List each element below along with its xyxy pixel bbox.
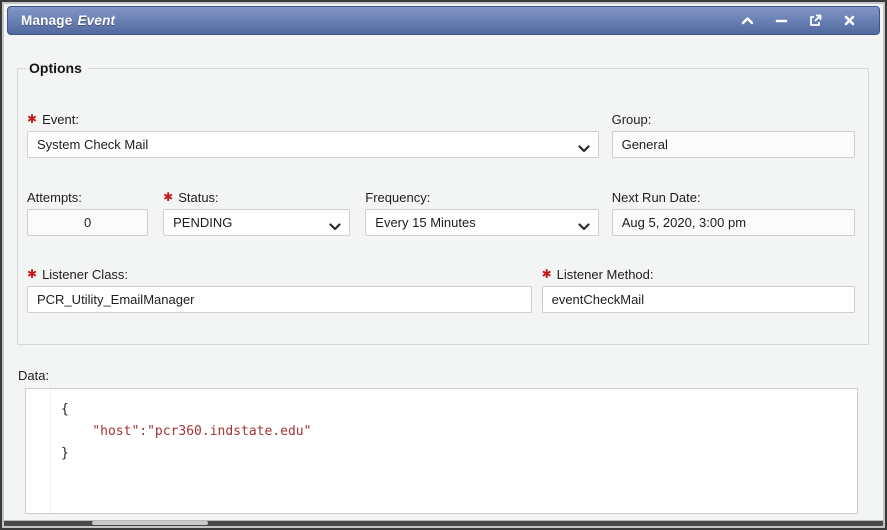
frequency-field-group: Frequency: Every 15 Minutes — [365, 189, 598, 236]
popout-button[interactable] — [808, 13, 823, 28]
attempts-field[interactable]: 0 — [27, 209, 148, 236]
next-run-date-label: Next Run Date: — [612, 189, 855, 205]
group-field[interactable]: General — [612, 131, 855, 158]
external-link-icon — [809, 14, 822, 27]
attempts-value: 0 — [84, 215, 91, 230]
close-button[interactable] — [842, 13, 857, 28]
manage-event-dialog: Manage Event — [0, 0, 887, 530]
next-run-date-field-group: Next Run Date: Aug 5, 2020, 3:00 pm — [612, 189, 855, 236]
listener-method-input[interactable]: eventCheckMail — [542, 286, 855, 313]
listener-method-field-group: Listener Method: eventCheckMail — [542, 266, 855, 313]
listener-method-label: Listener Method: — [542, 266, 855, 282]
data-code-editor[interactable]: { "host":"pcr360.indstate.edu" } — [25, 388, 858, 514]
options-section: Options Event: System Check Mail Group: — [17, 60, 869, 345]
status-label: Status: — [163, 189, 350, 205]
code-line: } — [26, 443, 857, 465]
event-label: Event: — [27, 111, 599, 127]
form-row-1: Event: System Check Mail Group: General — [27, 111, 855, 158]
close-icon — [844, 15, 855, 26]
dialog-title-emphasis: Event — [77, 13, 115, 28]
code-line: { — [26, 399, 857, 421]
attempts-label: Attempts: — [27, 189, 148, 205]
listener-method-value: eventCheckMail — [552, 292, 645, 307]
event-field-group: Event: System Check Mail — [27, 111, 599, 158]
listener-class-field-group: Listener Class: PCR_Utility_EmailManager — [27, 266, 532, 313]
chevron-down-icon — [578, 141, 590, 156]
attempts-field-group: Attempts: 0 — [27, 189, 148, 236]
dialog-title-prefix: Manage — [21, 13, 72, 28]
required-icon — [27, 113, 37, 125]
frequency-dropdown[interactable]: Every 15 Minutes — [365, 209, 598, 236]
minus-icon — [775, 16, 788, 25]
dialog-title: Manage Event — [8, 13, 115, 28]
group-label: Group: — [612, 111, 855, 127]
form-row-3: Listener Class: PCR_Utility_EmailManager… — [27, 266, 855, 313]
status-field-group: Status: PENDING — [163, 189, 350, 236]
chevron-down-icon — [578, 219, 590, 234]
frequency-label: Frequency: — [365, 189, 598, 205]
window-controls — [740, 13, 857, 28]
listener-class-label: Listener Class: — [27, 266, 532, 282]
event-value: System Check Mail — [37, 137, 148, 152]
dialog-titlebar[interactable]: Manage Event — [7, 6, 880, 35]
horizontal-scrollbar-thumb[interactable] — [92, 521, 208, 525]
required-icon — [27, 268, 37, 280]
minimize-button[interactable] — [774, 13, 789, 28]
next-run-date-field[interactable]: Aug 5, 2020, 3:00 pm — [612, 209, 855, 236]
listener-class-input[interactable]: PCR_Utility_EmailManager — [27, 286, 532, 313]
event-dropdown[interactable]: System Check Mail — [27, 131, 599, 158]
collapse-button[interactable] — [740, 13, 755, 28]
status-value: PENDING — [173, 215, 232, 230]
listener-class-value: PCR_Utility_EmailManager — [37, 292, 195, 307]
status-dropdown[interactable]: PENDING — [163, 209, 350, 236]
chevron-down-icon — [329, 219, 341, 234]
frequency-value: Every 15 Minutes — [375, 215, 475, 230]
options-legend: Options — [27, 60, 88, 76]
data-label: Data: — [18, 368, 49, 383]
group-field-group: Group: General — [612, 111, 855, 158]
next-run-date-value: Aug 5, 2020, 3:00 pm — [622, 215, 746, 230]
group-value: General — [622, 137, 668, 152]
chevron-up-icon — [741, 16, 754, 25]
required-icon — [163, 191, 173, 203]
form-row-2: Attempts: 0 Status: PENDING — [27, 189, 855, 236]
code-line: "host":"pcr360.indstate.edu" — [26, 421, 857, 443]
required-icon — [542, 268, 552, 280]
